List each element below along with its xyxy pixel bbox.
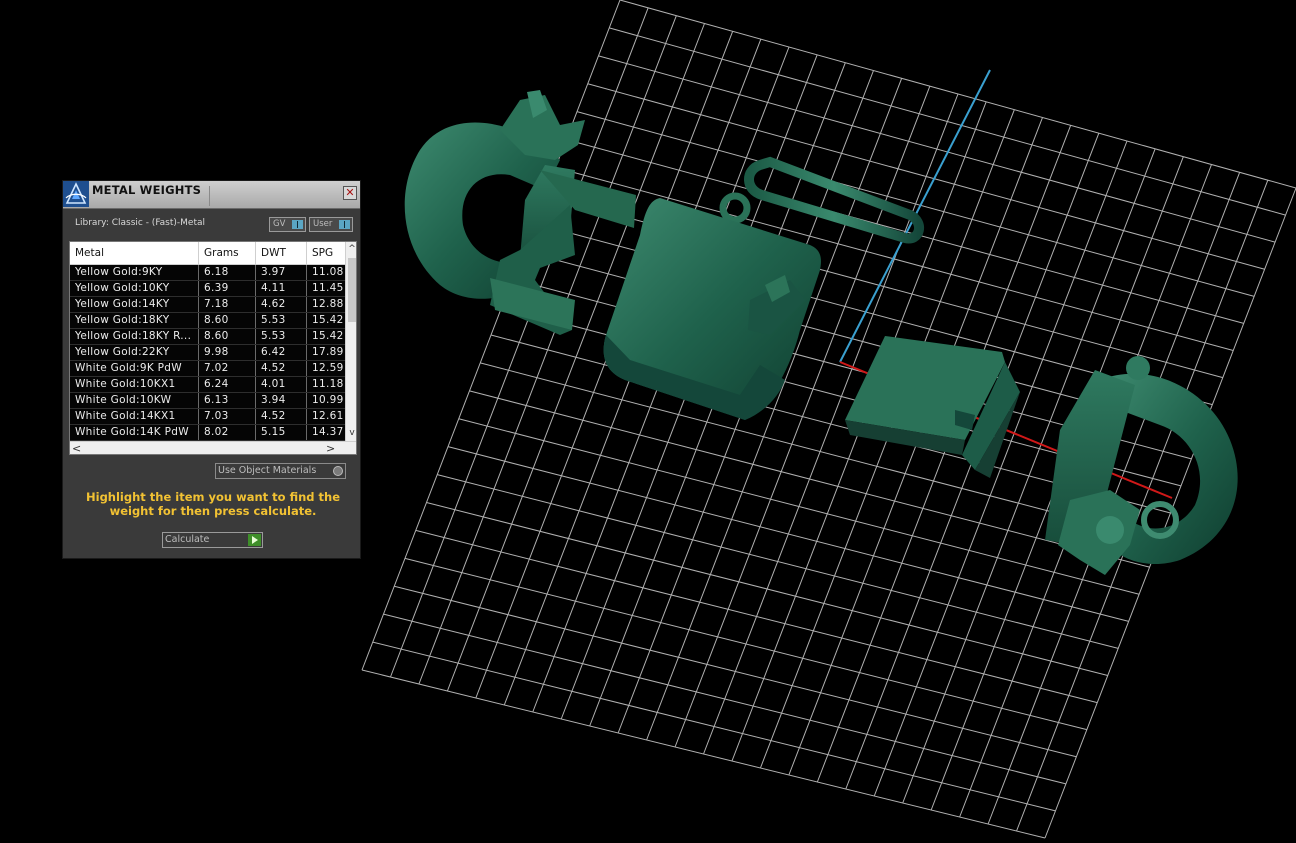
cell-grams: 7.18 [199,297,256,312]
panel-title: METAL WEIGHTS [92,183,202,197]
cell-grams: 7.03 [199,409,256,424]
cell-grams: 8.02 [199,425,256,440]
cell-grams: 9.98 [199,345,256,360]
library-label: Library: Classic - (Fast)-Metal [75,218,206,228]
calculate-button[interactable]: Calculate [162,532,263,548]
cell-metal: White Gold:9K PdW [70,361,199,376]
toggle-knob-icon [292,220,303,229]
instruction-text: Highlight the item you want to find the … [86,490,340,518]
scroll-up-icon[interactable]: ^ [346,242,356,256]
column-header-grams[interactable]: Grams [199,242,256,264]
cell-grams: 6.39 [199,281,256,296]
cell-dwt: 5.53 [256,313,307,328]
cell-spg: 11.45 [312,282,344,294]
table-row[interactable]: White Gold:14K PdW 8.02 5.15 14.37 [70,425,345,441]
vertical-scrollbar[interactable]: ^ v [345,242,356,441]
cell-grams: 6.13 [199,393,256,408]
metal-table: Metal Grams DWT SPG Yellow Gold:9KY 6.18 3… [69,241,357,455]
cell-metal: Yellow Gold:18KY R... [70,329,199,344]
cell-dwt: 6.42 [256,345,307,360]
cell-grams: 8.60 [199,313,256,328]
table-row[interactable]: Yellow Gold:10KY 6.39 4.11 11.45 [70,281,345,297]
metal-weights-panel: METAL WEIGHTS ✕ Library: Classic - (Fast… [62,180,361,559]
column-header-spg[interactable]: SPG [307,242,345,264]
cell-metal: White Gold:10KX1 [70,377,199,392]
cell-metal: White Gold:14KX1 [70,409,199,424]
scroll-thumb[interactable] [348,258,356,322]
cell-dwt: 4.52 [256,361,307,376]
close-icon[interactable]: ✕ [343,186,357,200]
right-shackle-model [1045,356,1238,575]
cell-metal: White Gold:14K PdW [70,425,199,440]
mechanism-plates-model [845,336,1020,478]
cell-dwt: 5.15 [256,425,307,440]
cell-grams: 6.18 [199,265,256,280]
cell-dwt: 3.97 [256,265,307,280]
cell-metal: Yellow Gold:10KY [70,281,199,296]
cell-spg: 15.42 [312,314,344,326]
cell-dwt: 3.94 [256,393,307,408]
user-toggle[interactable]: User [309,217,353,232]
app-logo-icon [63,181,89,207]
cell-grams: 6.24 [199,377,256,392]
use-object-materials-option[interactable]: Use Object Materials [215,463,346,479]
cell-spg: 10.99 [312,394,344,406]
cell-spg: 12.61 [312,410,344,422]
cell-spg: 12.59 [312,362,344,374]
table-row[interactable]: Yellow Gold:18KY 8.60 5.53 15.42 [70,313,345,329]
table-row[interactable]: Yellow Gold:22KY 9.98 6.42 17.89 [70,345,345,361]
cell-spg: 17.89 [312,346,344,358]
grid-line [469,390,1150,568]
cell-metal: Yellow Gold:22KY [70,345,199,360]
cell-dwt: 5.53 [256,329,307,344]
gv-toggle-label: GV [273,219,286,229]
calculate-label: Calculate [165,534,210,545]
table-row[interactable]: White Gold:10KX1 6.24 4.01 11.18 [70,377,345,393]
user-toggle-label: User [313,219,333,229]
titlebar-divider [209,186,210,206]
grid-line [372,641,1056,812]
cell-dwt: 4.62 [256,297,307,312]
cell-grams: 8.60 [199,329,256,344]
table-body: Yellow Gold:9KY 6.18 3.97 11.08 Yellow Gold:… [70,265,345,441]
toggle-knob-icon [339,220,350,229]
use-object-materials-label: Use Object Materials [218,465,317,476]
horizontal-scrollbar[interactable]: < > [70,441,356,454]
scroll-right-icon[interactable]: > [326,442,338,454]
grid-line [361,669,1046,839]
cell-metal: Yellow Gold:14KY [70,297,199,312]
cell-dwt: 4.11 [256,281,307,296]
cell-dwt: 4.01 [256,377,307,392]
cell-metal: Yellow Gold:18KY [70,313,199,328]
lock-body-model [603,198,821,420]
cell-metal: White Gold:10KW [70,393,199,408]
cell-spg: 11.08 [312,266,344,278]
scroll-down-icon[interactable]: v [346,426,356,440]
radio-icon[interactable] [333,466,343,476]
table-row[interactable]: White Gold:9K PdW 7.02 4.52 12.59 [70,361,345,377]
cell-spg: 12.88 [312,298,344,310]
cell-grams: 7.02 [199,361,256,376]
table-row[interactable]: Yellow Gold:18KY R... 8.60 5.53 15.42 [70,329,345,345]
cell-spg: 11.18 [312,378,344,390]
cell-spg: 14.37 [312,426,344,438]
scroll-left-icon[interactable]: < [72,442,84,454]
cell-metal: Yellow Gold:9KY [70,265,199,280]
cell-spg: 15.42 [312,330,344,342]
table-row[interactable]: White Gold:10KW 6.13 3.94 10.99 [70,393,345,409]
play-arrow-icon[interactable] [248,534,261,546]
table-row[interactable]: Yellow Gold:9KY 6.18 3.97 11.08 [70,265,345,281]
gv-toggle[interactable]: GV [269,217,306,232]
left-shackle-model [404,90,636,335]
table-row[interactable]: White Gold:14KX1 7.03 4.52 12.61 [70,409,345,425]
column-header-dwt[interactable]: DWT [256,242,307,264]
column-header-metal[interactable]: Metal [70,242,199,264]
cell-dwt: 4.52 [256,409,307,424]
table-header: Metal Grams DWT SPG [70,242,345,265]
panel-titlebar[interactable]: METAL WEIGHTS ✕ [63,181,360,209]
table-row[interactable]: Yellow Gold:14KY 7.18 4.62 12.88 [70,297,345,313]
